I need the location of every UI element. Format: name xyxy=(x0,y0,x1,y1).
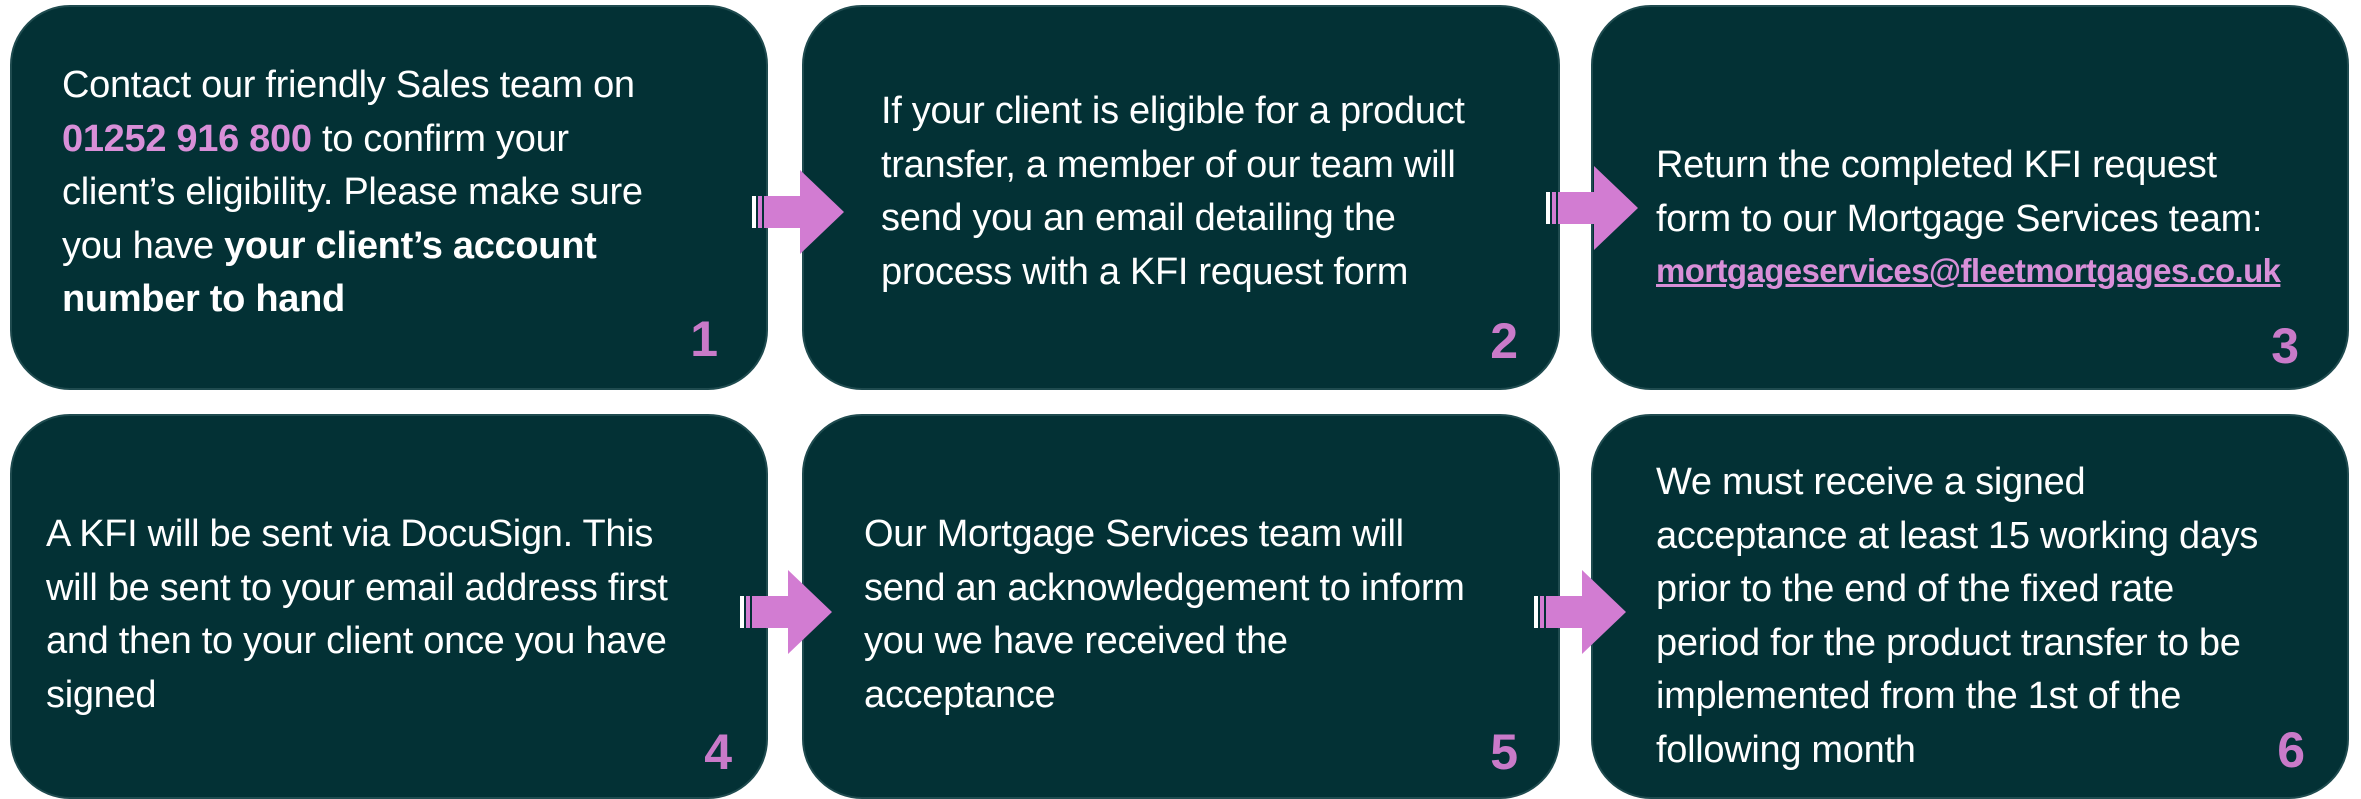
step-4-line-1: A KFI will be sent via DocuSign. This xyxy=(46,513,654,555)
step-card-4: A KFI will be sent via DocuSign. This wi… xyxy=(10,414,768,799)
step-number-6: 6 xyxy=(2277,722,2305,778)
step-1-line-2-text: to confirm your xyxy=(321,117,569,160)
step-6-line-3: prior to the end of the fixed rate xyxy=(1656,568,2174,610)
step-1-line-2: 01252 916 800 to confirm your xyxy=(62,113,643,167)
step-2-text: If your client is eligible for a product… xyxy=(881,85,1465,299)
step-number-4: 4 xyxy=(704,724,732,780)
step-6-line-5: implemented from the 1st of the xyxy=(1656,675,2182,717)
step-number-3: 3 xyxy=(2271,318,2299,374)
step-1-line-4-bold: your client’s account xyxy=(224,224,597,267)
step-5-line-4: acceptance xyxy=(864,673,1056,716)
step-2-line-3: send you an email detailing the xyxy=(881,197,1396,239)
right-arrow-icon xyxy=(740,570,832,654)
step-card-1: Contact our friendly Sales team on 01252… xyxy=(10,5,768,390)
step-4-line-3: and then to your client once you have xyxy=(46,620,667,662)
step-1-line-4-text: you have xyxy=(62,224,225,267)
step-1-text: Contact our friendly Sales team on 01252… xyxy=(62,59,643,327)
step-1-line-4: you have your client’s account xyxy=(62,220,643,274)
step-6-line-1: We must receive a signed xyxy=(1656,461,2086,503)
sales-phone-number[interactable]: 01252 916 800 xyxy=(62,118,312,160)
step-5-text: Our Mortgage Services team will send an … xyxy=(864,508,1465,722)
step-5-line-3: you we have received the xyxy=(864,620,1288,662)
step-1-line-3: client’s eligibility. Please make sure xyxy=(62,171,643,213)
step-card-6: We must receive a signed acceptance at l… xyxy=(1591,414,2349,799)
right-arrow-icon xyxy=(1546,166,1638,250)
step-2-line-1: If your client is eligible for a product xyxy=(881,90,1465,132)
step-6-line-2: acceptance at least 15 working days xyxy=(1656,514,2259,557)
step-4-line-2: will be sent to your email address first xyxy=(46,566,668,609)
step-card-3: Return the completed KFI request form to… xyxy=(1591,5,2349,390)
step-3-text: Return the completed KFI request form to… xyxy=(1656,139,2262,246)
step-2-line-4: process with a KFI request form xyxy=(881,250,1409,293)
step-number-5: 5 xyxy=(1490,724,1518,780)
mortgage-services-email-link[interactable]: mortgageservices@fleetmortgages.co.uk xyxy=(1656,247,2281,295)
step-6-line-6: following month xyxy=(1656,728,1916,771)
step-5-line-2: send an acknowledgement to inform xyxy=(864,566,1465,609)
step-number-2: 2 xyxy=(1490,313,1518,369)
step-6-line-4: period for the product transfer to be xyxy=(1656,621,2241,664)
step-card-5: Our Mortgage Services team will send an … xyxy=(802,414,1560,799)
step-3-line-1: Return the completed KFI request xyxy=(1656,144,2217,186)
step-6-text: We must receive a signed acceptance at l… xyxy=(1656,456,2258,777)
step-5-line-1: Our Mortgage Services team will xyxy=(864,513,1404,555)
step-4-line-4: signed xyxy=(46,673,157,716)
step-3-line-2: form to our Mortgage Services team: xyxy=(1656,197,2263,240)
right-arrow-icon xyxy=(1534,570,1626,654)
step-number-1: 1 xyxy=(690,311,718,367)
step-2-line-2: transfer, a member of our team will xyxy=(881,143,1456,186)
step-1-line-1: Contact our friendly Sales team on xyxy=(62,64,635,106)
right-arrow-icon xyxy=(752,170,844,254)
step-1-line-5: number to hand xyxy=(62,278,345,320)
step-card-2: If your client is eligible for a product… xyxy=(802,5,1560,390)
step-4-text: A KFI will be sent via DocuSign. This wi… xyxy=(46,508,668,722)
